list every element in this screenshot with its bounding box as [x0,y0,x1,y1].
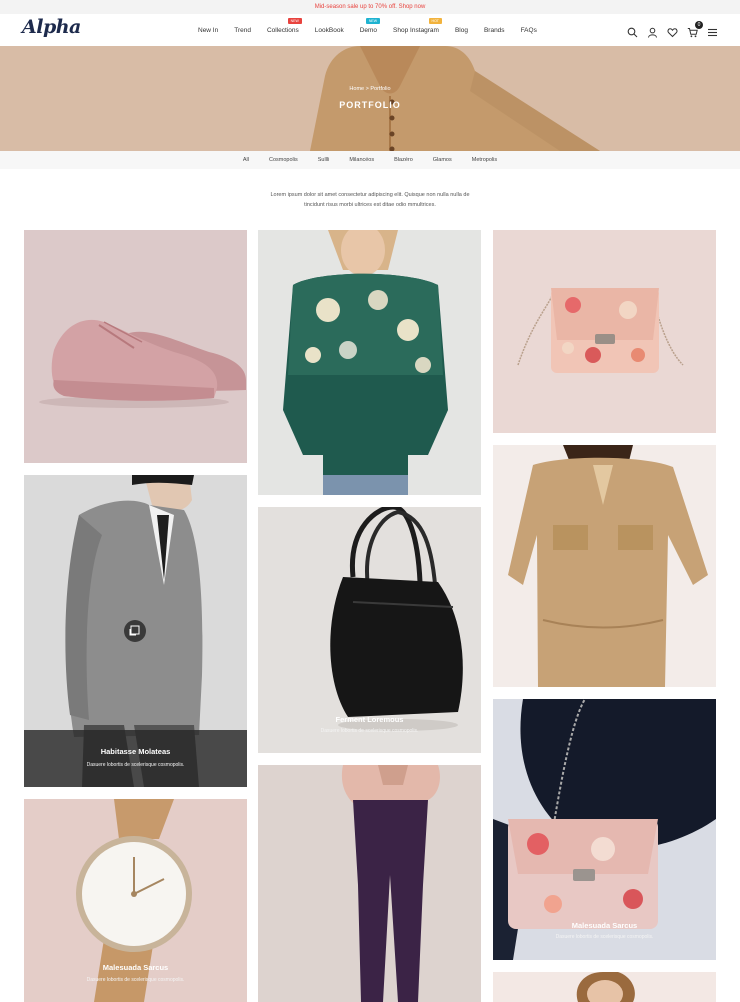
portfolio-item-subtitle: Dasuere lobortis de scelerisque cosmopol… [86,977,185,983]
heart-icon[interactable] [667,25,678,37]
caption-overlay: Habitasse Molateas Dasuere lobortis de s… [24,730,247,787]
portfolio-item-suit[interactable]: Habitasse Molateas Dasuere lobortis de s… [24,475,247,787]
nav-faqs[interactable]: FAQs [521,27,537,34]
promo-text[interactable]: Mid-season sale up to 70% off. Shop now [315,4,426,10]
filter-cosmopolis[interactable]: Cosmopolis [269,157,298,163]
header-icons: 0 [627,14,718,46]
portfolio-item-title[interactable]: Habitasse Molateas [24,747,247,756]
portfolio-item-jumpsuit[interactable] [493,445,716,687]
nav-blog[interactable]: Blog [455,27,468,34]
page-hero-banner: Home > Portfolio PORTFOLIO [0,46,740,151]
breadcrumb-separator-icon: > [365,86,369,92]
breadcrumb: Home > Portfolio [0,86,740,92]
site-header: Alpha New In Trend Collections NEW LookBo… [0,14,740,46]
site-logo[interactable]: Alpha [22,16,81,38]
portfolio-item-floral-bag[interactable] [493,230,716,433]
purple-trousers-image [258,765,481,1002]
filter-blazero[interactable]: Blazéro [394,157,413,163]
woman-portrait-image [493,972,716,1002]
portfolio-item-title[interactable]: Ferment Loremous [258,715,481,724]
intro-text: Lorem ipsum dolor sit amet consectetur a… [270,192,470,208]
hot-badge: HOT [428,17,442,24]
search-icon[interactable] [627,25,638,37]
cart-count-badge: 0 [695,20,703,29]
beige-jumpsuit-image [493,445,716,687]
portfolio-item-sneakers[interactable] [24,230,247,463]
new-badge: NEW [365,17,381,24]
breadcrumb-home-link[interactable]: Home [349,86,364,92]
portfolio-item-portrait[interactable] [493,972,716,1002]
page-title: PORTFOLIO [339,100,401,110]
portfolio-item-title[interactable]: Malesuada Sarcus [493,921,716,930]
filter-glamos[interactable]: Glamos [433,157,452,163]
nav-demo[interactable]: Demo NEW [360,17,381,34]
promo-bar[interactable]: Mid-season sale up to 70% off. Shop now [0,0,740,14]
nav-brands[interactable]: Brands [484,27,505,34]
portfolio-item-floral-shoulder-bag[interactable]: Malesuada Sarcus Dasuere lobortis de sce… [493,699,716,960]
hero-sweater-image [0,46,740,151]
nav-shop-instagram[interactable]: Shop Instagram HOT [393,17,442,34]
account-icon[interactable] [647,25,658,38]
filter-sullli[interactable]: Sullli [318,157,330,163]
filter-metropolis[interactable]: Metropolis [472,157,497,163]
green-floral-blouse-image [258,230,481,495]
quick-view-button[interactable] [124,620,146,642]
portfolio-item-title[interactable]: Malesuada Sarcus [24,963,247,972]
filter-milanceos[interactable]: Milancéos [349,157,374,163]
main-nav: New In Trend Collections NEW LookBook Dem… [190,14,545,46]
portfolio-item-blouse[interactable] [258,230,481,495]
portfolio-item-subtitle: Dasuere lobortis de scelerisque cosmopol… [320,728,419,734]
cart-icon[interactable]: 0 [687,20,703,37]
nav-collections[interactable]: Collections NEW [267,17,302,34]
filter-all[interactable]: All [243,157,249,163]
floral-crossbody-bag-image [493,230,716,433]
portfolio-item-watch[interactable]: Malesuada Sarcus Dasuere lobortis de sce… [24,799,247,1002]
portfolio-filter-bar: All Cosmopolis Sullli Milancéos Blazéro … [0,151,740,169]
gallery-icon [129,625,140,636]
menu-icon[interactable] [707,25,718,36]
portfolio-item-subtitle: Dasuere lobortis de scelerisque cosmopol… [86,762,185,768]
portfolio-item-trousers[interactable] [258,765,481,1002]
nav-lookbook[interactable]: LookBook [315,27,344,34]
pink-sneakers-image [24,230,247,463]
nav-trend[interactable]: Trend [234,27,251,34]
portfolio-item-subtitle: Dasuere lobortis de scelerisque cosmopol… [555,934,654,940]
breadcrumb-current: Portfolio [370,86,391,92]
new-badge: NEW [287,17,302,24]
nav-new-in[interactable]: New In [198,27,218,34]
portfolio-item-handbag[interactable]: Ferment Loremous Dasuere lobortis de sce… [258,507,481,753]
